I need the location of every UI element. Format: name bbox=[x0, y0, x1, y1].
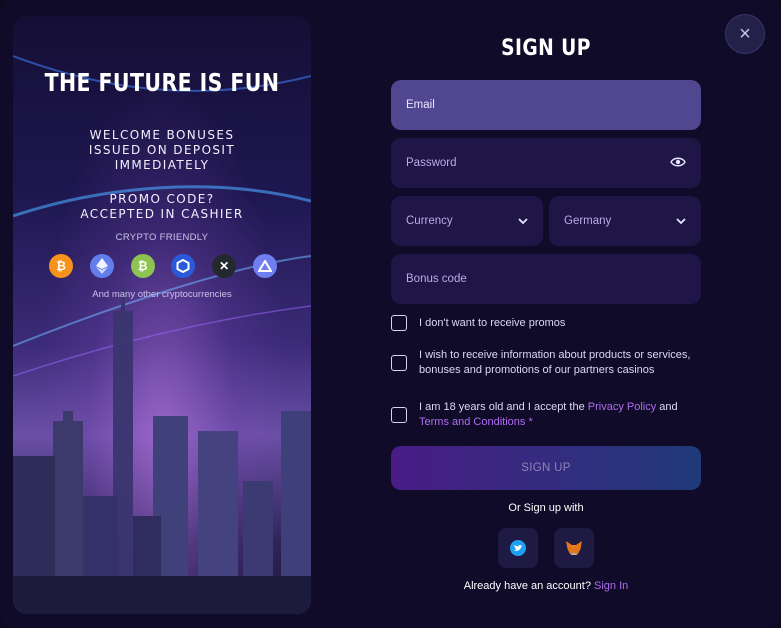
currency-select[interactable]: Currency bbox=[391, 196, 543, 246]
chainlink-icon bbox=[171, 254, 196, 278]
sign-up-button[interactable]: SIGN UP bbox=[391, 446, 701, 490]
chevron-down-icon bbox=[676, 214, 686, 228]
hero-panel: THE FUTURE IS FUN WELCOME BONUSES ISSUED… bbox=[13, 16, 311, 614]
age-terms-row: I am 18 years old and I accept the Priva… bbox=[391, 400, 701, 430]
bonus-code-field[interactable]: Bonus code bbox=[391, 254, 701, 304]
twitter-icon bbox=[510, 540, 526, 556]
xrp-icon: ✕ bbox=[212, 254, 237, 278]
bonus-code-placeholder: Bonus code bbox=[406, 273, 467, 285]
hero-bonus-line: WELCOME BONUSES bbox=[89, 128, 235, 142]
terms-link[interactable]: Terms and Conditions bbox=[419, 416, 525, 428]
hero-promo-line: PROMO CODE? bbox=[109, 192, 215, 206]
required-star: * bbox=[525, 416, 533, 428]
email-placeholder: Email bbox=[406, 99, 435, 111]
already-account-text: Already have an account? Sign In bbox=[391, 580, 701, 592]
no-promos-checkbox[interactable] bbox=[391, 315, 407, 331]
many-cryptos-text: And many other cryptocurrencies bbox=[92, 289, 232, 300]
sign-up-label: SIGN UP bbox=[521, 462, 571, 474]
close-button[interactable]: × bbox=[725, 14, 765, 54]
bitcoin-cash-icon: ₿ bbox=[130, 254, 155, 278]
hero-bonus-line: IMMEDIATELY bbox=[114, 158, 210, 172]
age-terms-label: I am 18 years old and I accept the Priva… bbox=[419, 400, 678, 430]
twitter-signup-button[interactable] bbox=[498, 528, 538, 568]
signup-modal: THE FUTURE IS FUN WELCOME BONUSES ISSUED… bbox=[0, 0, 781, 628]
no-promos-row: I don't want to receive promos bbox=[391, 315, 701, 331]
privacy-policy-link[interactable]: Privacy Policy bbox=[588, 401, 656, 413]
hero-title: THE FUTURE IS FUN bbox=[44, 68, 280, 97]
partner-info-row: I wish to receive information about prod… bbox=[391, 348, 701, 378]
partner-info-checkbox[interactable] bbox=[391, 355, 407, 371]
aave-icon bbox=[252, 254, 277, 278]
currency-placeholder: Currency bbox=[406, 215, 453, 227]
hero-promo-line: ACCEPTED IN CASHIER bbox=[80, 207, 244, 221]
age-terms-and: and bbox=[656, 401, 678, 413]
chevron-down-icon bbox=[518, 214, 528, 228]
or-sign-up-with: Or Sign up with bbox=[508, 502, 584, 514]
crypto-friendly-label: CRYPTO FRIENDLY bbox=[115, 232, 209, 243]
sign-in-link[interactable]: Sign In bbox=[594, 580, 628, 592]
hero-promo-text: PROMO CODE? ACCEPTED IN CASHIER bbox=[13, 192, 311, 222]
no-promos-label: I don't want to receive promos bbox=[419, 316, 566, 329]
age-terms-text: I am 18 years old and I accept the bbox=[419, 401, 588, 413]
hero-bonus-text: WELCOME BONUSES ISSUED ON DEPOSIT IMMEDI… bbox=[13, 128, 311, 173]
metamask-signup-button[interactable] bbox=[554, 528, 594, 568]
password-field[interactable]: Password bbox=[391, 138, 701, 188]
form-title: SIGN UP bbox=[501, 36, 591, 61]
email-field[interactable]: Email bbox=[391, 80, 701, 130]
age-terms-checkbox[interactable] bbox=[391, 407, 407, 423]
partner-info-label: I wish to receive information about prod… bbox=[419, 349, 691, 376]
hero-bonus-line: ISSUED ON DEPOSIT bbox=[88, 143, 236, 157]
already-account-label: Already have an account? bbox=[463, 580, 594, 592]
country-select[interactable]: Germany bbox=[549, 196, 701, 246]
country-value: Germany bbox=[564, 215, 612, 227]
close-icon: × bbox=[739, 22, 751, 45]
metamask-icon bbox=[566, 541, 582, 555]
ethereum-icon bbox=[89, 254, 114, 278]
crypto-coin-list: ₿ ₿ ✕ bbox=[49, 254, 277, 278]
eye-icon[interactable] bbox=[670, 156, 686, 171]
password-placeholder: Password bbox=[406, 157, 457, 169]
bitcoin-icon: ₿ bbox=[49, 254, 73, 278]
city-skyline-illustration bbox=[13, 55, 311, 614]
